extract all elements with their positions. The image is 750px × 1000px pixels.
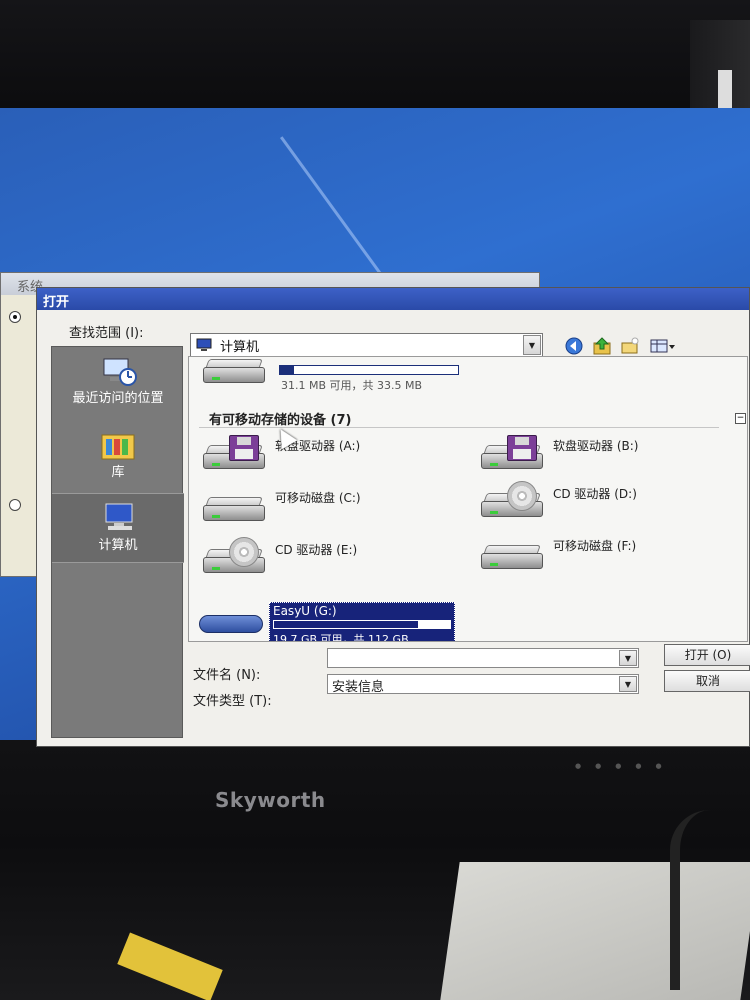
place-recent[interactable]: 最近访问的位置: [52, 353, 184, 406]
group-divider: [199, 427, 719, 428]
look-in-value: 计算机: [220, 339, 260, 355]
cd-drive-icon: [477, 481, 547, 523]
place-library[interactable]: 库: [52, 427, 184, 480]
place-computer-label: 计算机: [98, 538, 138, 553]
file-name-label: 文件名 (N):: [193, 668, 261, 683]
selected-device-free-space: 19.7 GB 可用，共 112 GB: [273, 633, 409, 642]
drive-usage-bar: [279, 365, 459, 375]
list-item-selected[interactable]: [195, 597, 275, 639]
chevron-down-icon: ▼: [624, 653, 632, 663]
file-type-select[interactable]: 安装信息 ▼: [327, 674, 639, 695]
look-in-label: 查找范围 (I):: [69, 326, 144, 341]
monitor-button-icon: ●: [615, 762, 622, 770]
computer-icon: [98, 500, 138, 536]
chevron-down-icon: ▼: [624, 679, 632, 689]
floppy-drive-icon: [477, 435, 547, 475]
library-icon: [98, 427, 138, 463]
places-bar: 最近访问的位置 库 计算机: [51, 346, 184, 738]
file-type-label: 文件类型 (T):: [193, 694, 272, 709]
open-button[interactable]: 打开 (O): [664, 644, 750, 666]
dialog-title: 打开: [37, 288, 749, 310]
place-computer[interactable]: 计算机: [52, 493, 184, 563]
collapse-group-button[interactable]: −: [735, 413, 746, 424]
drive-free-space: 31.1 MB 可用，共 33.5 MB: [281, 379, 423, 392]
monitor-button-icon: ●: [655, 762, 662, 770]
floppy-drive-icon: [199, 435, 269, 475]
group-header: 有可移动存储的设备 (7): [209, 413, 352, 428]
up-folder-icon: [593, 337, 611, 355]
look-in-combo[interactable]: 计算机 ▼: [190, 333, 543, 357]
background-radio-selected[interactable]: [9, 311, 21, 323]
monitor-cable: [670, 810, 740, 990]
usb-drive-icon: [195, 599, 265, 639]
new-folder-icon: [621, 337, 639, 354]
monitor-button-icon: ●: [595, 762, 602, 770]
file-type-value: 安装信息: [332, 680, 385, 695]
list-item[interactable]: 可移动磁盘 (C:): [199, 485, 449, 527]
file-name-dropdown-button[interactable]: ▼: [619, 650, 637, 666]
cd-drive-icon: [199, 537, 269, 579]
removable-disk-icon: [199, 487, 269, 527]
device-name: 可移动磁盘 (F:): [553, 539, 637, 553]
list-item[interactable]: [199, 357, 279, 389]
device-name: 软盘驱动器 (B:): [553, 439, 639, 453]
monitor-button-icon: ●: [635, 762, 642, 770]
monitor-top-bezel: [0, 0, 750, 120]
up-folder-button[interactable]: [591, 336, 613, 356]
list-item[interactable]: 软盘驱动器 (A:): [199, 433, 449, 475]
device-name: CD 驱动器 (E:): [275, 543, 358, 557]
hard-drive-icon: [199, 357, 269, 389]
device-name: 可移动磁盘 (C:): [275, 491, 361, 505]
cancel-button[interactable]: 取消: [664, 670, 750, 692]
selected-device-name: EasyU (G:): [273, 604, 337, 618]
view-menu-icon: [650, 339, 675, 353]
place-recent-label: 最近访问的位置: [72, 391, 164, 406]
new-folder-button[interactable]: [619, 336, 641, 356]
monitor-button-icon: ●: [575, 762, 582, 770]
list-item[interactable]: 可移动磁盘 (F:): [477, 533, 737, 575]
back-button[interactable]: [563, 336, 585, 356]
selected-device-usage-bar: [273, 620, 451, 629]
monitor-corner-highlight: [718, 70, 732, 108]
place-library-label: 库: [111, 465, 125, 480]
chevron-down-icon: ▼: [528, 340, 536, 350]
computer-icon: [196, 338, 212, 351]
look-in-dropdown-button[interactable]: ▼: [523, 335, 541, 355]
selected-device[interactable]: EasyU (G:) 19.7 GB 可用，共 112 GB: [269, 602, 455, 642]
list-item[interactable]: CD 驱动器 (D:): [477, 481, 737, 523]
file-type-dropdown-button[interactable]: ▼: [619, 676, 637, 692]
list-item[interactable]: CD 驱动器 (E:): [199, 537, 449, 579]
file-list[interactable]: 31.1 MB 可用，共 33.5 MB 有可移动存储的设备 (7) − 软盘驱…: [188, 356, 748, 642]
removable-disk-icon: [477, 535, 547, 575]
list-item[interactable]: 软盘驱动器 (B:): [477, 433, 737, 475]
file-name-input[interactable]: ▼: [327, 648, 639, 668]
monitor-brand-logo: Skyworth: [215, 788, 326, 812]
view-menu-button[interactable]: [649, 336, 677, 356]
open-file-dialog: 打开 查找范围 (I): 计算机 ▼ 最近访问的位置 库 计算机 31.1 MB…: [36, 287, 750, 747]
background-radio[interactable]: [9, 499, 21, 511]
back-arrow-icon: [565, 337, 583, 355]
device-name: CD 驱动器 (D:): [553, 487, 637, 501]
recent-places-icon: [98, 353, 138, 389]
monitor-control-buttons: ● ● ● ● ●: [575, 762, 725, 790]
